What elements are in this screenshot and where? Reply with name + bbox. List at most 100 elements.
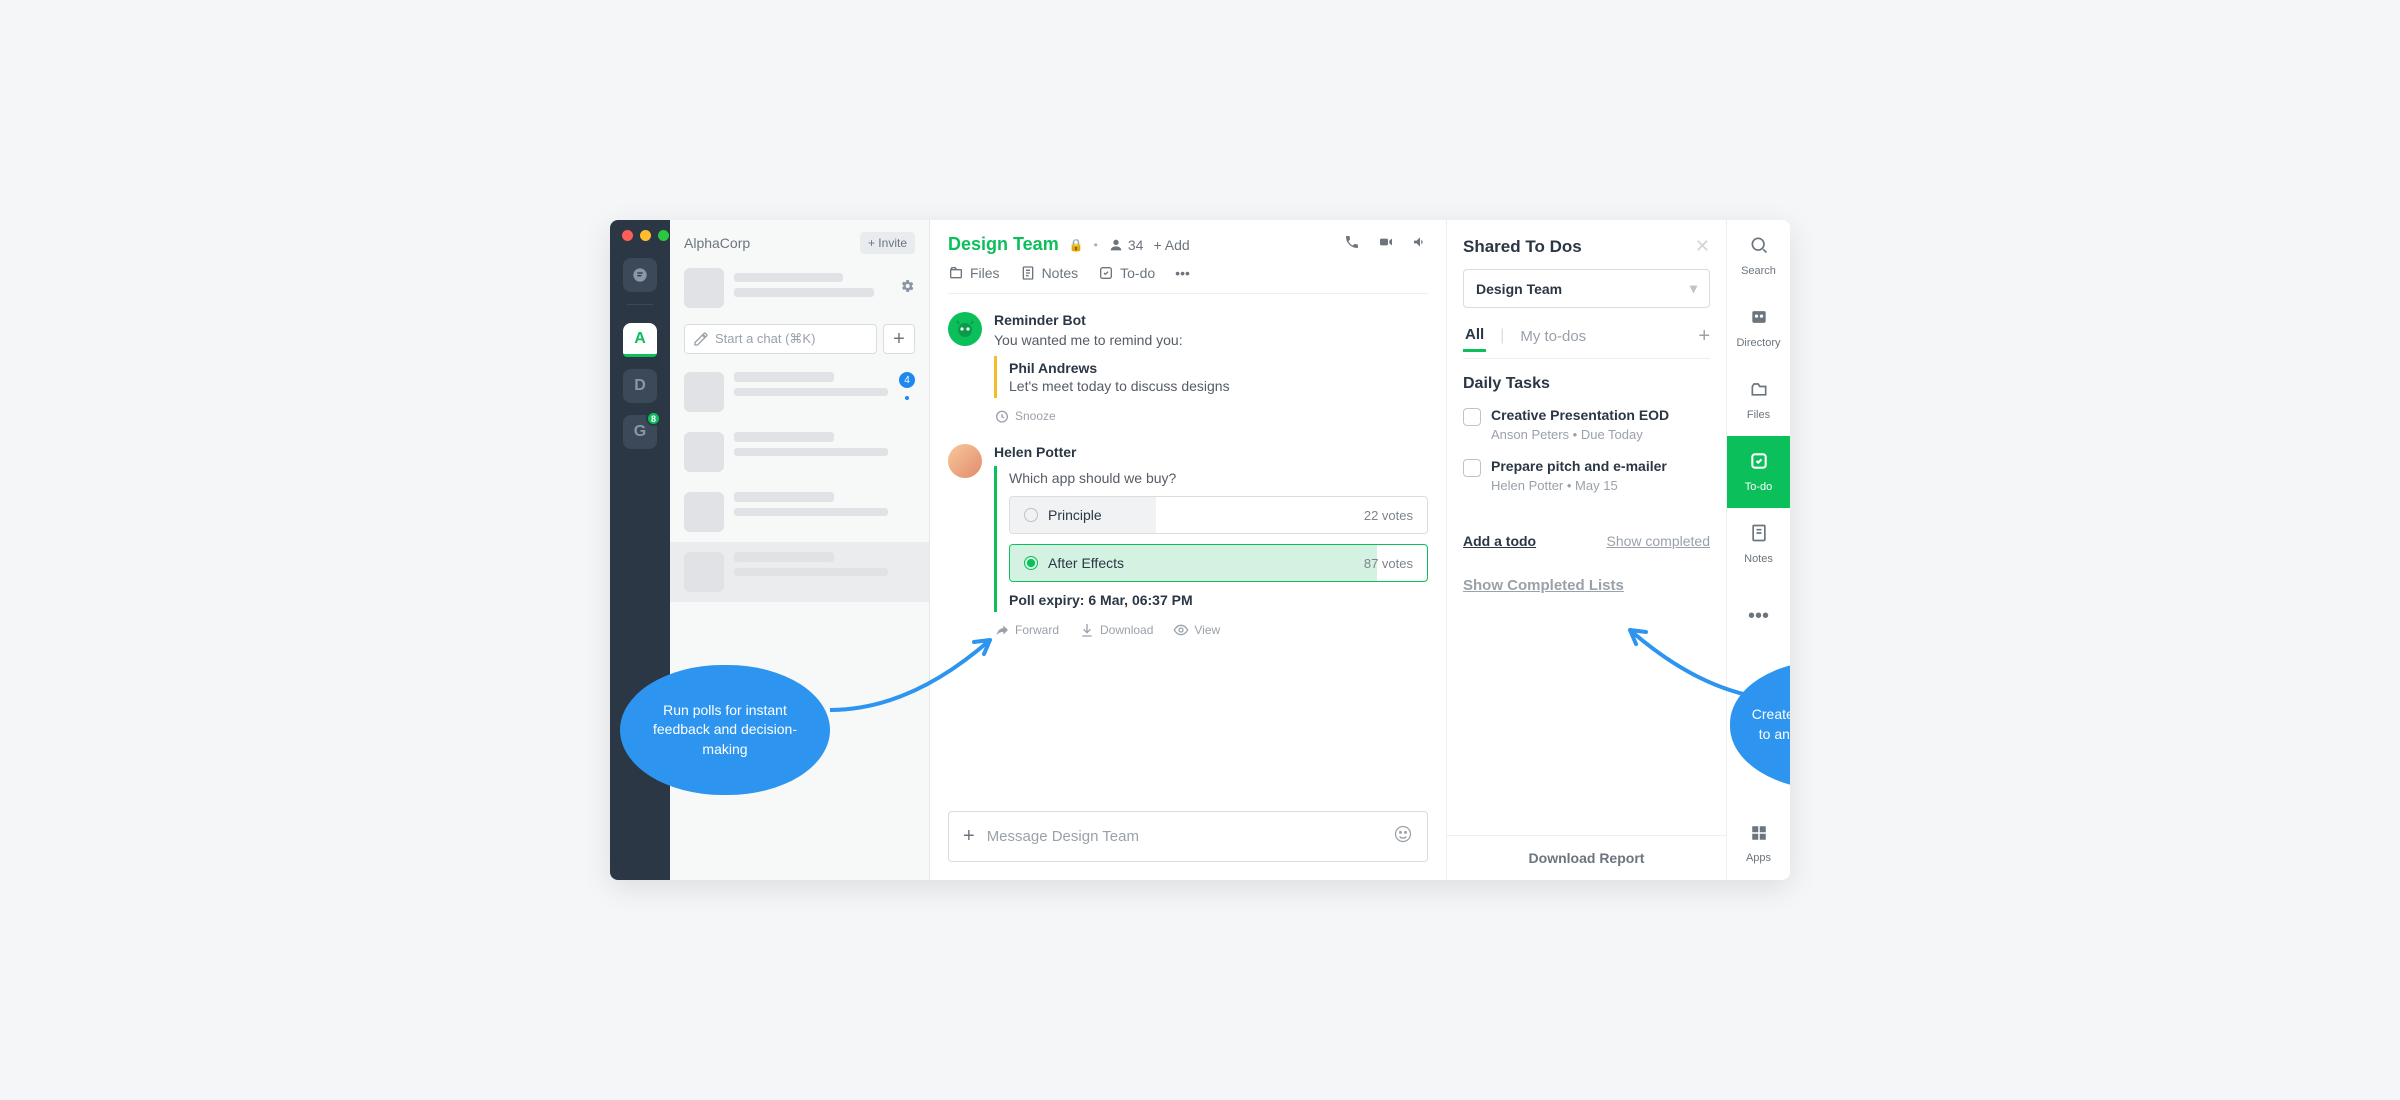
clock-icon: [994, 408, 1010, 424]
tab-all[interactable]: All: [1463, 320, 1486, 352]
rail-divider: [627, 304, 653, 305]
add-member-button[interactable]: + Add: [1153, 237, 1189, 253]
show-completed-link[interactable]: Show completed: [1606, 533, 1710, 549]
channel-title[interactable]: Design Team: [948, 234, 1059, 255]
profile-row[interactable]: [670, 260, 929, 316]
person-icon: [1108, 237, 1124, 253]
message-text: You wanted me to remind you:: [994, 332, 1428, 348]
todo-section: Daily Tasks Creative Presentation EOD An…: [1447, 359, 1726, 525]
compose-icon: [693, 331, 709, 347]
gear-icon[interactable]: [899, 278, 915, 299]
todo-title: Prepare pitch and e-mailer: [1491, 458, 1667, 474]
search-row: Start a chat (⌘K) +: [670, 316, 929, 362]
todo-meta: Anson Peters • Due Today: [1491, 427, 1669, 442]
channel-selector[interactable]: Design Team ▾: [1463, 269, 1710, 308]
add-todo-link[interactable]: Add a todo: [1463, 533, 1536, 549]
avatar: [684, 492, 724, 532]
conversation-item[interactable]: [670, 482, 929, 542]
search-placeholder: Start a chat (⌘K): [715, 331, 815, 347]
message-composer[interactable]: + Message Design Team: [948, 811, 1428, 862]
search-input[interactable]: Start a chat (⌘K): [684, 324, 877, 354]
video-icon[interactable]: [1378, 234, 1394, 255]
show-completed-lists-link[interactable]: Show Completed Lists: [1463, 577, 1624, 594]
poll-option-label: After Effects: [1048, 555, 1124, 571]
snooze-button[interactable]: Snooze: [994, 408, 1428, 424]
workspace-g[interactable]: G 8: [623, 415, 657, 449]
radio-icon: [1024, 508, 1038, 522]
apps-icon: [1750, 824, 1768, 848]
poll-option-selected[interactable]: After Effects 87 votes: [1009, 544, 1428, 582]
conversation-item[interactable]: [670, 422, 929, 482]
tab-notes[interactable]: Notes: [1020, 265, 1079, 281]
download-icon: [1079, 622, 1095, 638]
invite-button[interactable]: + Invite: [860, 232, 915, 254]
notes-icon: [1749, 523, 1769, 549]
close-window-icon[interactable]: [622, 230, 633, 241]
todo-item[interactable]: Prepare pitch and e-mailer Helen Potter …: [1463, 458, 1710, 493]
sidebar-header: AlphaCorp + Invite: [670, 220, 929, 260]
bot-avatar-icon: [948, 312, 982, 346]
composer-placeholder: Message Design Team: [987, 828, 1139, 845]
add-todo-icon[interactable]: +: [1698, 325, 1710, 348]
workspace-g-label: G: [634, 423, 646, 441]
poll-votes: 22 votes: [1364, 508, 1413, 523]
files-icon: [1749, 379, 1769, 405]
rail-directory[interactable]: Directory: [1727, 292, 1790, 364]
view-button[interactable]: View: [1173, 622, 1220, 638]
workspace-a[interactable]: A: [623, 323, 657, 357]
rail-todo[interactable]: To-do: [1727, 436, 1790, 508]
emoji-icon[interactable]: [1393, 824, 1413, 849]
checkbox-icon[interactable]: [1463, 408, 1481, 426]
directory-icon: [1749, 307, 1769, 333]
radio-icon: [1024, 556, 1038, 570]
maximize-window-icon[interactable]: [658, 230, 669, 241]
quote-author: Phil Andrews: [1009, 360, 1428, 376]
minimize-window-icon[interactable]: [640, 230, 651, 241]
todos-panel: Shared To Dos ✕ Design Team ▾ All | My t…: [1446, 220, 1726, 880]
tab-todo[interactable]: To-do: [1098, 265, 1155, 281]
workspace-badge: 8: [646, 411, 661, 426]
todo-tabs: All | My to-dos +: [1463, 320, 1710, 359]
rail-search[interactable]: Search: [1727, 220, 1790, 292]
checkbox-icon[interactable]: [1463, 459, 1481, 477]
rail-notes[interactable]: Notes: [1727, 508, 1790, 580]
app-logo-icon: [623, 258, 657, 292]
tab-files[interactable]: Files: [948, 265, 1000, 281]
message-poll: Helen Potter Which app should we buy? Pr…: [948, 444, 1428, 638]
sender-name: Helen Potter: [994, 444, 1428, 460]
todo-icon: [1098, 265, 1114, 281]
tab-my-todos[interactable]: My to-dos: [1518, 322, 1588, 351]
quote-block: Phil Andrews Let's meet today to discuss…: [994, 356, 1428, 398]
more-icon[interactable]: •••: [1175, 265, 1190, 281]
todo-item[interactable]: Creative Presentation EOD Anson Peters •…: [1463, 407, 1710, 442]
todo-meta: Helen Potter • May 15: [1491, 478, 1667, 493]
new-chat-button[interactable]: +: [883, 324, 915, 354]
speaker-icon[interactable]: [1412, 234, 1428, 255]
message-bot: Reminder Bot You wanted me to remind you…: [948, 312, 1428, 424]
poll-block: Which app should we buy? Principle 22 vo…: [994, 466, 1428, 612]
avatar: [684, 268, 724, 308]
lock-icon: 🔒: [1069, 238, 1084, 252]
callout-arrow-icon: [820, 620, 1020, 740]
avatar: [684, 552, 724, 592]
close-icon[interactable]: ✕: [1695, 236, 1710, 257]
poll-option[interactable]: Principle 22 votes: [1009, 496, 1428, 534]
files-icon: [948, 265, 964, 281]
rail-files[interactable]: Files: [1727, 364, 1790, 436]
profile-placeholder: [734, 273, 889, 303]
rail-apps[interactable]: Apps: [1727, 808, 1790, 880]
panel-title: Shared To Dos: [1463, 237, 1582, 257]
download-report-button[interactable]: Download Report: [1447, 835, 1726, 880]
poll-question: Which app should we buy?: [1009, 470, 1428, 486]
eye-icon: [1173, 622, 1189, 638]
attach-icon[interactable]: +: [963, 825, 975, 848]
chevron-down-icon: ▾: [1690, 280, 1697, 297]
call-icon[interactable]: [1344, 234, 1360, 255]
conversation-item-active[interactable]: [670, 542, 929, 602]
workspace-d[interactable]: D: [623, 369, 657, 403]
conversation-item[interactable]: 4: [670, 362, 929, 422]
download-button[interactable]: Download: [1079, 622, 1153, 638]
poll-votes: 87 votes: [1364, 556, 1413, 571]
member-count[interactable]: 34: [1108, 237, 1144, 253]
callout-polls: Run polls for instant feedback and decis…: [620, 665, 830, 795]
